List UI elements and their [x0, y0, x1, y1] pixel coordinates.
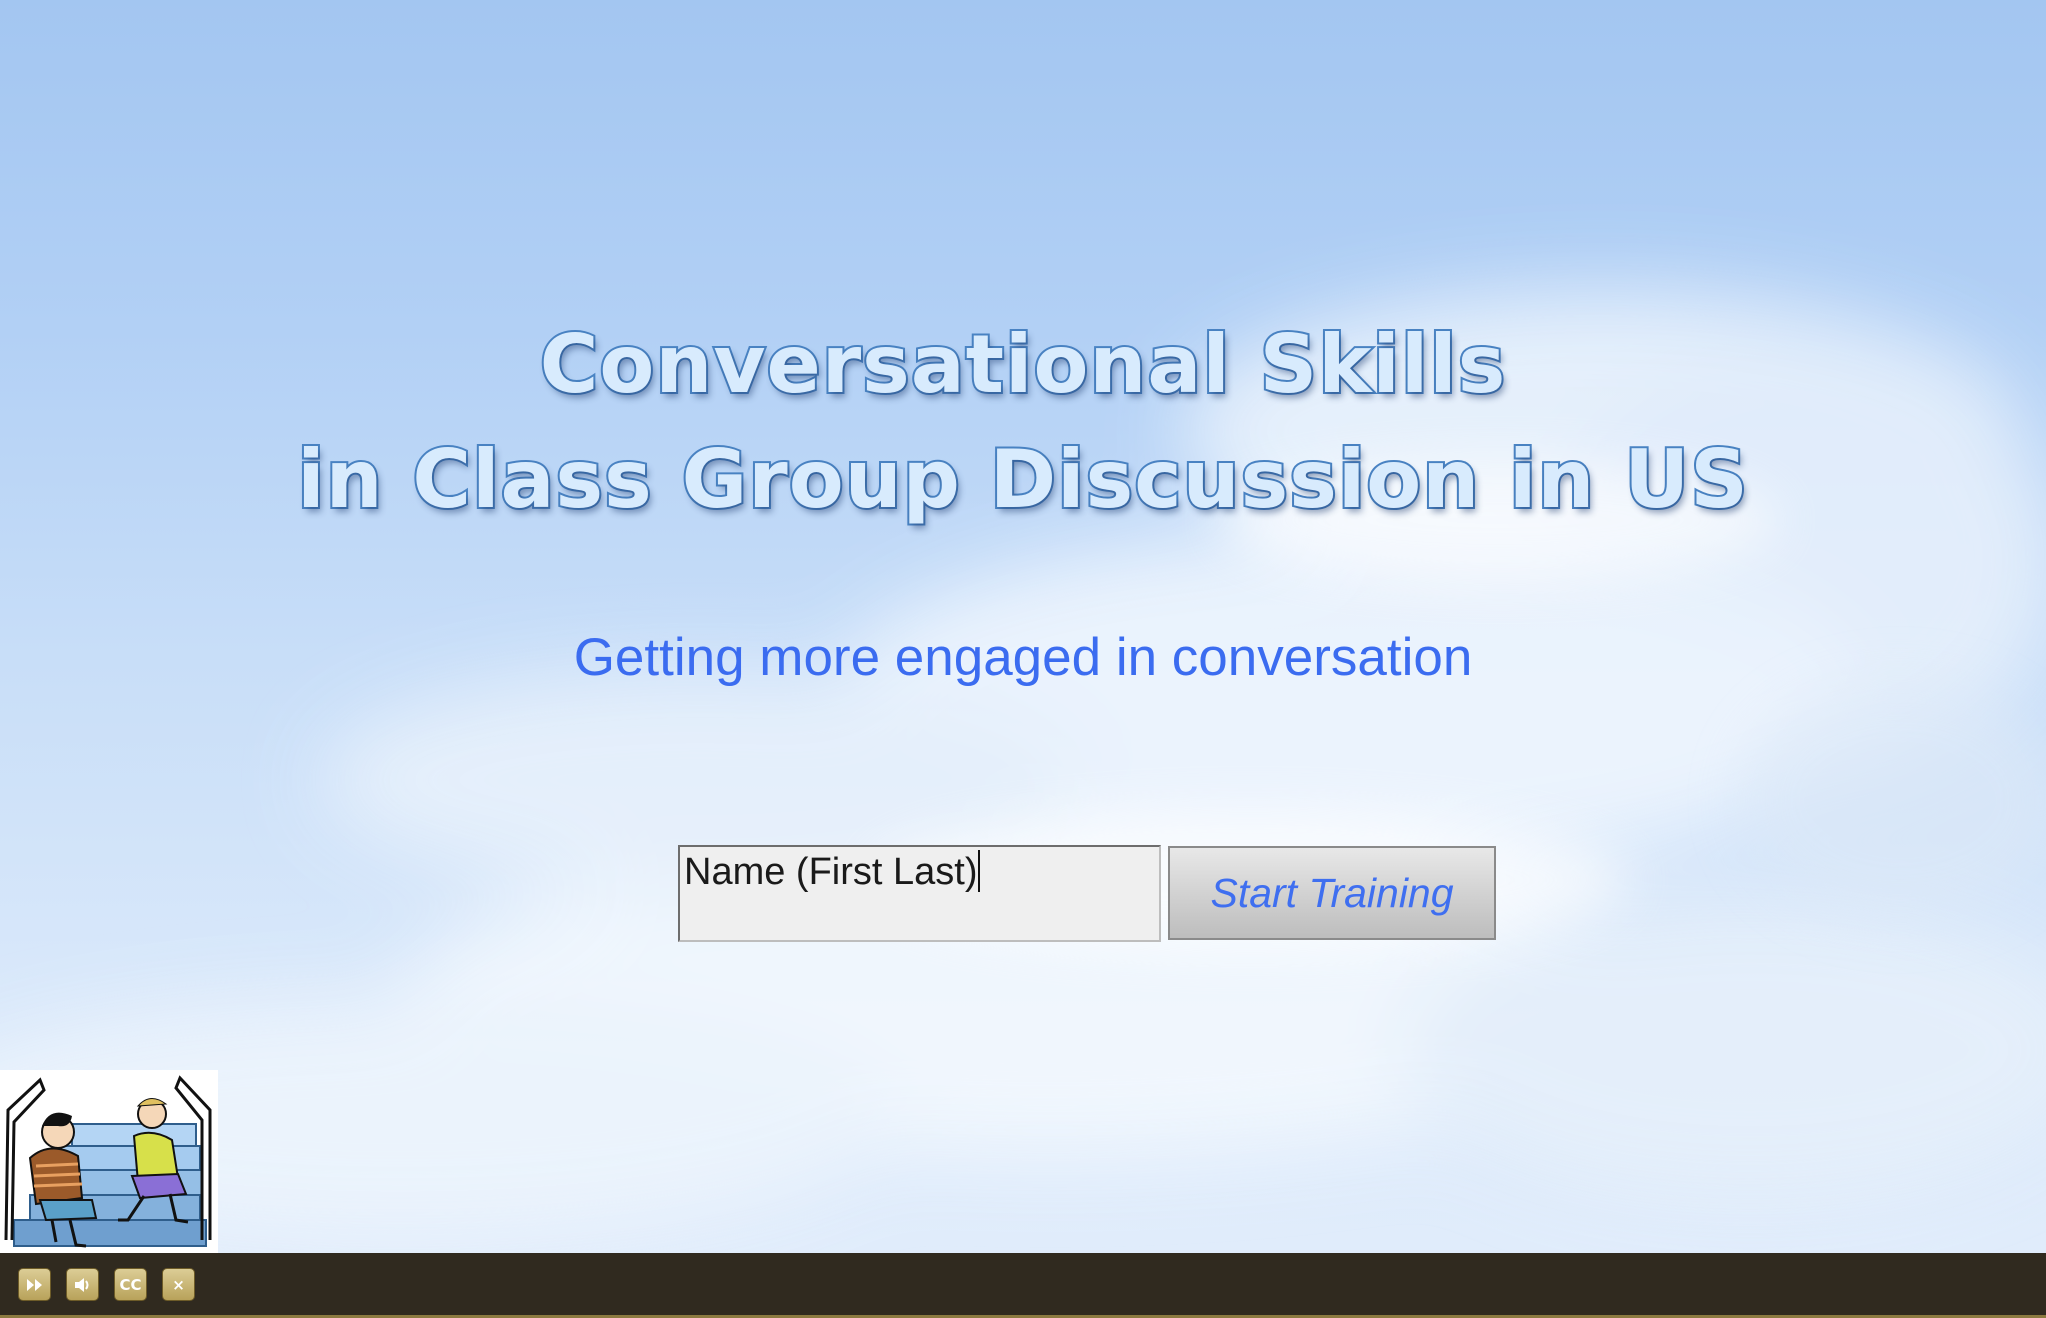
students-on-stairs-clipart [0, 1070, 218, 1253]
start-training-button[interactable]: Start Training [1168, 846, 1496, 940]
fast-forward-button[interactable] [18, 1268, 51, 1301]
volume-button[interactable] [66, 1268, 99, 1301]
close-icon: × [172, 1275, 185, 1294]
course-start-screen: Conversational Skills in Class Group Dis… [0, 0, 2046, 1318]
course-subtitle: Getting more engaged in conversation [573, 628, 1473, 687]
course-title-line-2: in Class Group Discussion in US [295, 431, 1750, 528]
name-input-text: Name (First Last) [684, 851, 978, 893]
start-training-label: Start Training [1210, 869, 1454, 916]
exit-button[interactable]: × [162, 1268, 195, 1301]
fast-forward-icon [26, 1278, 42, 1291]
closed-captions-button[interactable]: CC [114, 1268, 147, 1301]
course-title-line-1: Conversational Skills [538, 316, 1508, 413]
text-caret [978, 850, 981, 892]
player-control-bar: CC × [0, 1253, 2046, 1318]
name-input[interactable]: Name (First Last) [678, 845, 1161, 942]
speaker-icon [74, 1277, 88, 1292]
closed-captions-icon: CC [119, 1275, 142, 1294]
